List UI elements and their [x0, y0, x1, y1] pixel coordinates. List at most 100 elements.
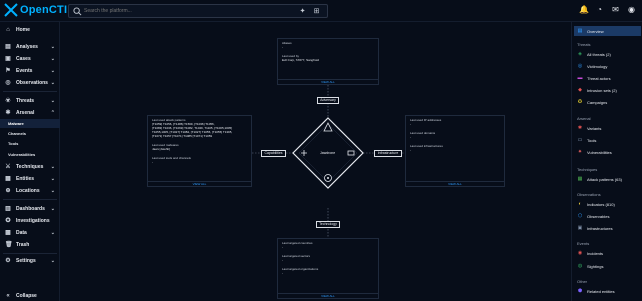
nav-all-threats[interactable]: ◈ All threats (2) [574, 49, 641, 59]
sidebar-item-label: Investigations [16, 217, 50, 224]
domains-label: Last used domains [410, 131, 436, 135]
malwares-value: Jaws [Jawhb] [152, 147, 171, 151]
sidebar-item-cases[interactable]: ▣ Cases ⌄ [0, 53, 60, 64]
sidebar-item-label: Entities [16, 175, 35, 182]
collapse-icon: « [6, 292, 10, 299]
chevron-down-icon: ⌄ [50, 205, 55, 212]
sidebar-item-label: Home [16, 26, 30, 33]
sidebar-item-arsenal[interactable]: ✱ Arsenal ⌃ [0, 107, 60, 118]
chevron-down-icon: ⌄ [50, 55, 55, 62]
right-navigation-panel: ▤ Overview Threats ◈ All threats (2) ◎ V… [571, 22, 642, 301]
sidebar-subitem-malware[interactable]: Malware [0, 119, 60, 128]
sighting-icon: ◍ [577, 263, 583, 269]
nav-indicators[interactable]: ◐ Indicators (810) [574, 199, 641, 209]
sidebar-item-data[interactable]: ▩ Data ⌄ [0, 227, 60, 238]
bulk-search-icon[interactable]: ⊞ [312, 7, 321, 16]
sidebar-item-investigations[interactable]: ✪ Investigations [0, 215, 60, 226]
nav-threat-actors[interactable]: ▬ Threat actors [574, 73, 641, 83]
sidebar-divider [3, 199, 57, 200]
technology-node[interactable]: Technology [316, 221, 340, 228]
nav-item-label: Incidents [587, 250, 604, 256]
sidebar-item-settings[interactable]: ⚙ Settings ⌄ [0, 255, 60, 266]
user-account-icon[interactable]: ◉ [627, 5, 636, 14]
search-input[interactable] [84, 6, 284, 16]
nav-intrusion-sets[interactable]: ◆ Intrusion sets (2) [574, 85, 641, 95]
nav-variants[interactable]: ✱ Variants [574, 123, 641, 133]
nav-attack-patterns[interactable]: ▦ Attack patterns (63) [574, 174, 641, 184]
tool-icon: ▭ [577, 137, 583, 143]
sidebar-item-observations[interactable]: ◎ Observations ⌄ [0, 77, 60, 88]
sidebar-subitem-tools[interactable]: Tools [0, 139, 60, 148]
aliases-label: Aliases [282, 41, 292, 45]
overview-icon: ▤ [577, 28, 583, 34]
threat-actor-icon: ▬ [577, 75, 583, 81]
related-icon: ⬢ [577, 288, 583, 294]
nav-item-label: Variants [587, 125, 602, 131]
nav-observables[interactable]: ⬡ Observables [574, 211, 641, 221]
capabilities-node[interactable]: Capabilities [261, 150, 286, 157]
nav-victimology[interactable]: ◎ Victimology [574, 61, 641, 71]
section-threats-header: Threats [577, 42, 591, 47]
sidebar-item-entities[interactable]: ▦ Entities ⌄ [0, 173, 60, 184]
nav-related-entities[interactable]: ⬢ Related entities [574, 286, 641, 296]
sidebar-divider [3, 253, 57, 254]
notifications-icon[interactable]: 🔔 [579, 5, 589, 14]
nav-item-label: Attack patterns (63) [587, 176, 622, 182]
adversary-node[interactable]: Adversary [317, 97, 339, 104]
feedback-icon[interactable]: ✉ [611, 5, 620, 14]
chevron-down-icon: ⌄ [50, 67, 55, 74]
nav-item-label: Vulnerabilities [587, 149, 612, 155]
section-techniques-header: Techniques [577, 167, 598, 172]
sidebar-item-label: Trash [16, 241, 30, 248]
nav-item-label: Sightings [587, 263, 604, 269]
sidebar-subitem-channels[interactable]: Channels [0, 129, 60, 138]
chevron-down-icon: ⌄ [50, 187, 55, 194]
nav-infrastructures[interactable]: ▣ Infrastructures [574, 223, 641, 233]
nav-item-label: Victimology [587, 63, 608, 69]
home-icon: ⌂ [6, 26, 10, 33]
sidebar-item-label: Data [16, 229, 27, 236]
nav-tools[interactable]: ▭ Tools [574, 135, 641, 145]
nav-incidents[interactable]: ◉ Incidents [574, 248, 641, 258]
search-bar[interactable]: ✦ ⊞ [68, 4, 328, 18]
sidebar-item-techniques[interactable]: ⚔ Techniques ⌄ [0, 161, 60, 172]
sidebar-item-label: Observations [16, 79, 48, 86]
nav-overview[interactable]: ▤ Overview [574, 26, 641, 36]
infrastructure-node[interactable]: Infrastructure [374, 150, 402, 157]
nav-vulnerabilities[interactable]: ✷ Vulnerabilities [574, 147, 641, 157]
sidebar-subitem-vulnerabilities[interactable]: Vulnerabilities [0, 150, 60, 159]
sidebar-item-events[interactable]: ⚑ Events ⌄ [0, 65, 60, 76]
app-name: OpenCTI [20, 4, 68, 16]
adversary-view-all-link[interactable]: VIEW ALL [278, 79, 378, 84]
sidebar-item-label: Analyses [16, 43, 38, 50]
sidebar-item-label: Techniques [16, 163, 44, 170]
sidebar-item-home[interactable]: ⌂ Home [0, 24, 60, 35]
data-icon: ▩ [5, 229, 11, 236]
infrastructure-view-all-link[interactable]: VIEW ALL [406, 181, 504, 186]
victim-view-all-link[interactable]: VIEW ALL [278, 293, 378, 298]
sidebar-item-trash[interactable]: 🗑 Trash [0, 239, 60, 250]
sidebar-item-dashboards[interactable]: ▥ Dashboards ⌄ [0, 203, 60, 214]
sidebar-item-analyses[interactable]: ▤ Analyses ⌄ [0, 41, 60, 52]
sidebar-item-threats[interactable]: ☣ Threats ⌄ [0, 95, 60, 106]
sidebar-item-locations[interactable]: ⊕ Locations ⌄ [0, 185, 60, 196]
infrastructure-card: Last used IP addresses - Last used domai… [405, 115, 505, 187]
opencti-logo[interactable]: OpenCTI [4, 3, 67, 17]
investigations-icon: ✪ [5, 217, 11, 224]
section-arsenal-header: Arsenal [577, 116, 591, 121]
chevron-down-icon: ⌄ [50, 175, 55, 182]
triggers-icon[interactable]: ◔ [595, 5, 604, 14]
countries-label: Last targeted countries [282, 241, 313, 245]
campaign-icon: ✪ [577, 99, 583, 105]
sidebar-item-label: Settings [16, 257, 36, 264]
capabilities-view-all-link[interactable]: VIEW ALL [148, 181, 251, 186]
section-events-header: Events [577, 241, 590, 246]
nav-sightings[interactable]: ◍ Sightings [574, 261, 641, 271]
incident-icon: ◉ [577, 250, 583, 256]
ai-search-icon[interactable]: ✦ [298, 7, 307, 16]
capability-icon [301, 150, 307, 156]
sidebar-collapse-button[interactable]: « Collapse [0, 290, 60, 301]
nav-campaigns[interactable]: ✪ Campaigns [574, 97, 641, 107]
infrastructure-icon: ▣ [577, 225, 583, 231]
diamond-model-canvas[interactable]: Aliases - Last used by Evil Corp, TA577,… [60, 22, 571, 301]
